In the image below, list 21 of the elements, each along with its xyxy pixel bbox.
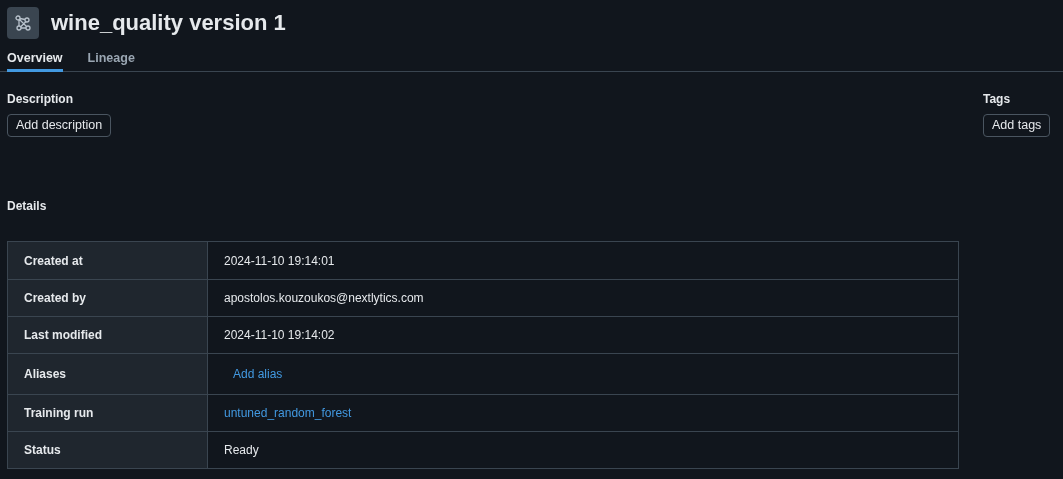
- row-label: Aliases: [8, 354, 208, 394]
- table-cell-text: 2024-11-10 19:14:02: [224, 327, 335, 344]
- run-link[interactable]: untuned_random_forest: [224, 404, 352, 422]
- add-description-button[interactable]: Add description: [7, 114, 112, 137]
- row-label: Created at: [8, 242, 208, 279]
- add-tags-button[interactable]: Add tags: [983, 114, 1051, 137]
- add-alias-link[interactable]: Add alias: [233, 365, 283, 383]
- page-title: wine_quality version 1: [51, 9, 286, 37]
- section-heading: Description: [7, 91, 73, 108]
- tab[interactable]: Overview: [7, 48, 63, 72]
- section-heading: Tags: [983, 91, 1011, 108]
- row-label: Created by: [8, 280, 208, 316]
- table-cell-text: Ready: [224, 442, 259, 459]
- table-cell-text: apostolos.kouzoukos@nextlytics.com: [224, 290, 424, 307]
- model-icon: [7, 6, 39, 39]
- row-label: Training run: [8, 395, 208, 431]
- row-label: Last modified: [8, 317, 208, 353]
- table-cell-text: 2024-11-10 19:14:01: [224, 252, 335, 270]
- section-heading: Details: [7, 198, 47, 215]
- tab[interactable]: Lineage: [87, 48, 135, 72]
- row-label: Status: [8, 432, 208, 468]
